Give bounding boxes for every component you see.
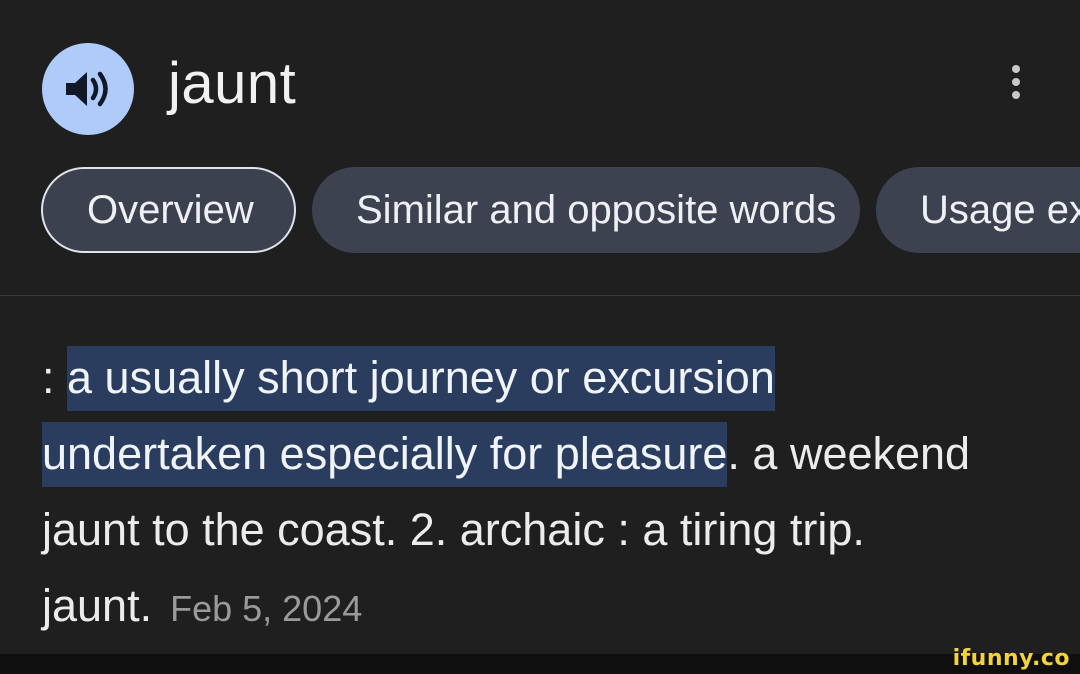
tab-label: Overview bbox=[87, 188, 254, 232]
tab-overview[interactable]: Overview bbox=[41, 167, 296, 253]
pronunciation-button[interactable] bbox=[42, 43, 134, 135]
watermark-logo: ifunny.co bbox=[952, 646, 1070, 671]
word-header: jaunt bbox=[0, 0, 1080, 150]
word-title: jaunt bbox=[168, 51, 297, 116]
more-vert-icon bbox=[1012, 65, 1020, 99]
definition-date: Feb 5, 2024 bbox=[170, 588, 363, 629]
speaker-icon bbox=[66, 71, 108, 107]
more-options-button[interactable] bbox=[996, 60, 1036, 104]
tab-usage-examples[interactable]: Usage ex bbox=[876, 167, 1080, 253]
tab-label: Similar and opposite words bbox=[356, 188, 837, 232]
highlighted-definition-line-1: a usually short journey or excursion bbox=[67, 346, 775, 411]
highlighted-definition-line-2: undertaken especially for pleasure bbox=[42, 422, 728, 487]
footer-bar bbox=[0, 654, 1080, 674]
tab-bar: Overview Similar and opposite words Usag… bbox=[0, 165, 1080, 257]
definition-text: : a usually short journey or excursion un… bbox=[42, 340, 1042, 647]
tab-label: Usage ex bbox=[920, 188, 1080, 232]
tab-similar-and-opposite-words[interactable]: Similar and opposite words bbox=[312, 167, 860, 253]
definition-prefix: : bbox=[42, 352, 68, 403]
divider bbox=[0, 295, 1080, 296]
